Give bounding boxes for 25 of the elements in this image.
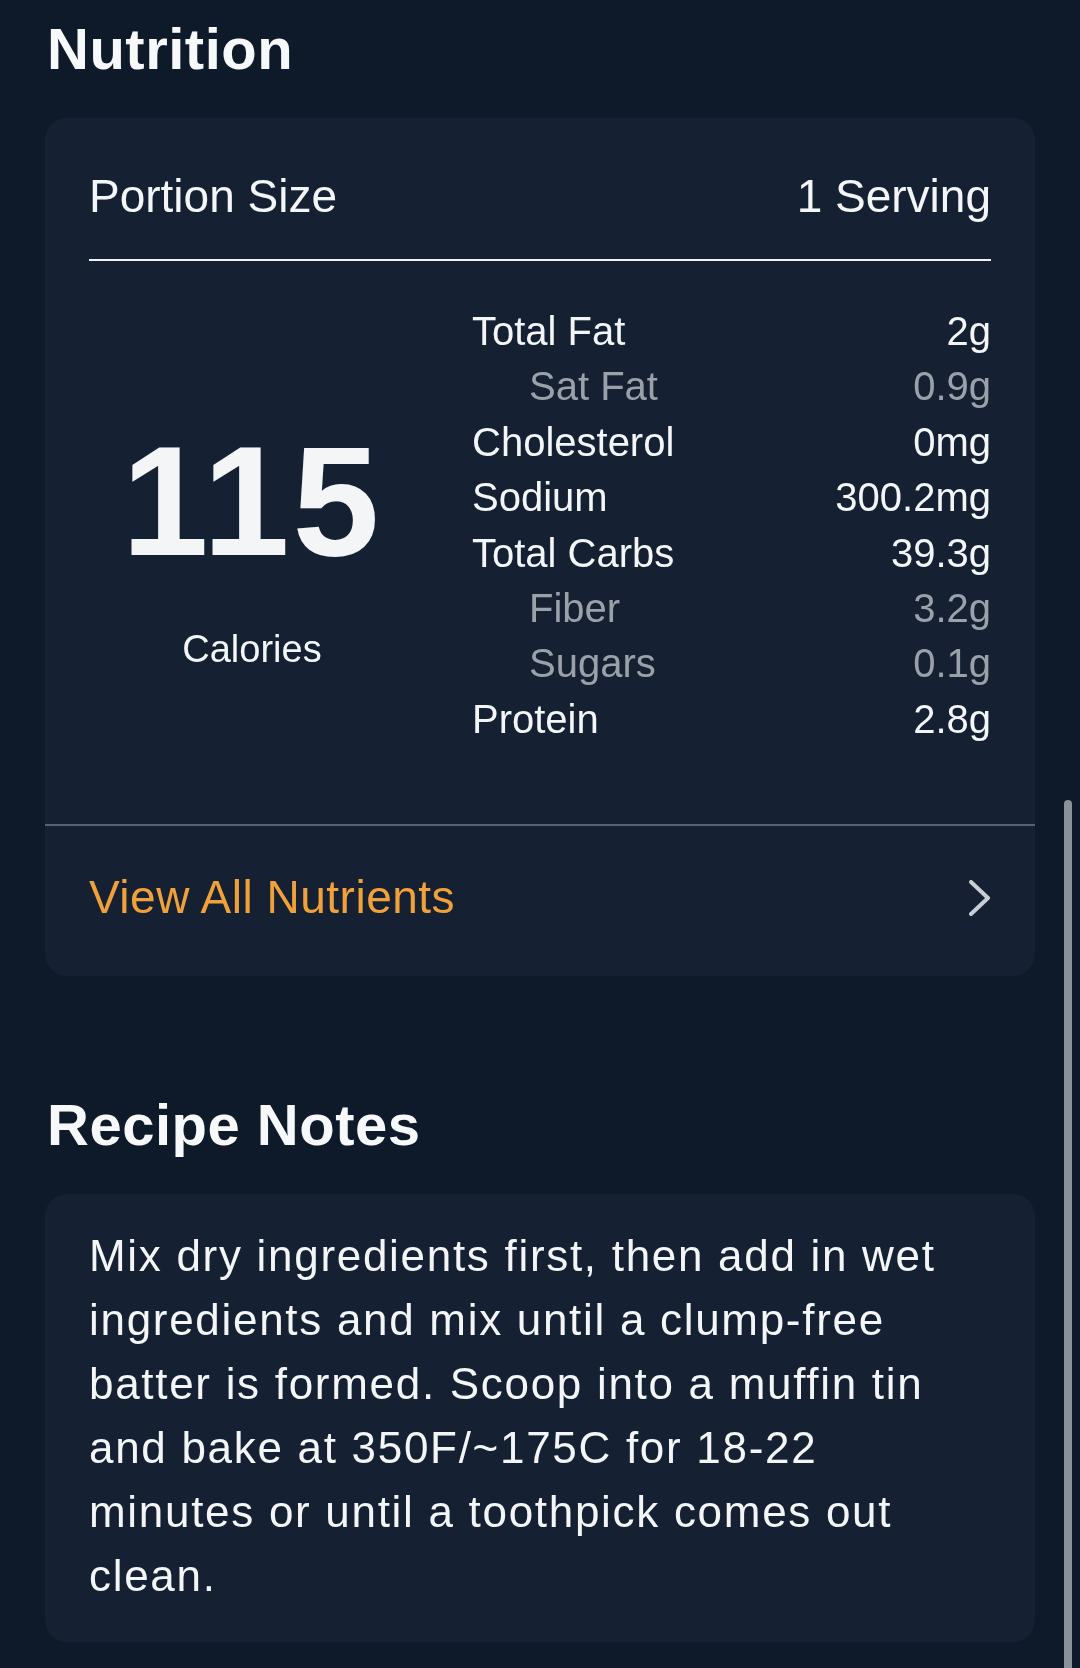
nutrient-amount: 2.8g bbox=[913, 695, 991, 743]
nutrient-name: Sodium bbox=[472, 474, 608, 522]
section-title: Nutrition bbox=[47, 15, 295, 83]
calories-label: Calories bbox=[181, 627, 323, 672]
nutrient-name: Fiber bbox=[528, 585, 621, 633]
nutrient-name: Cholesterol bbox=[472, 418, 675, 466]
portion-size-label: Portion Size bbox=[89, 169, 337, 224]
view-all-nutrients-link[interactable]: View All Nutrients bbox=[45, 826, 1035, 977]
nutrient-name: Sat Fat bbox=[528, 363, 658, 411]
section-title: Recipe Notes bbox=[47, 1091, 422, 1160]
nutrient-amount: 3.2g bbox=[913, 585, 991, 633]
nutrient-amount: 300.2mg bbox=[835, 474, 991, 522]
recipe-notes-text: Mix dry ingredients first, then add in wet ingredients and mix until a clump-free batter is formed. Scoop into a muffin tin and bake at 350F/~175C for 18-22 minutes or until a toothpick comes out clean. bbox=[89, 1230, 937, 1603]
nutrient-amount: 0mg bbox=[913, 418, 991, 466]
calorie-count: 115 bbox=[120, 423, 384, 579]
chevron-right-icon bbox=[969, 879, 991, 916]
nutrient-name: Total Carbs bbox=[472, 529, 675, 577]
nutrient-name: Total Fat bbox=[472, 308, 626, 355]
nutrient-name: Protein bbox=[472, 695, 599, 743]
portion-size-value: 1 Serving bbox=[796, 169, 991, 224]
nutrient-amount: 0.9g bbox=[913, 363, 991, 411]
nutrient-amount: 39.3g bbox=[890, 529, 991, 577]
nutrient-amount: 2g bbox=[946, 308, 991, 355]
nutrient-name: Sugars bbox=[528, 640, 656, 688]
nutrient-amount: 0.1g bbox=[913, 640, 991, 688]
